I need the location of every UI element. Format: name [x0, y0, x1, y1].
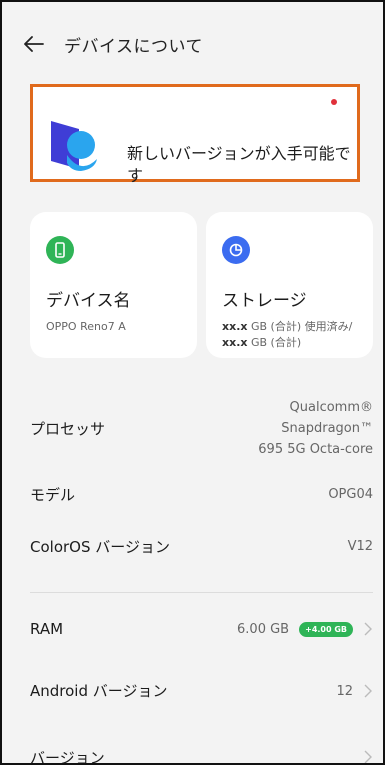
- processor-label: プロセッサ: [30, 419, 106, 438]
- version-row[interactable]: バージョン: [30, 727, 373, 765]
- version-label: バージョン: [30, 748, 105, 765]
- model-value: OPG04: [328, 486, 373, 502]
- android-version-row[interactable]: Android バージョン 12: [30, 655, 373, 727]
- ram-expansion-badge: +4.00 GB: [299, 621, 353, 637]
- chevron-right-icon: [363, 622, 373, 636]
- android-version-label: Android バージョン: [30, 682, 168, 700]
- update-available-banner[interactable]: 新しいバージョンが入手可能です: [30, 84, 360, 185]
- model-row: モデル OPG04: [30, 472, 373, 516]
- device-info-list: プロセッサ Qualcomm® Snapdragon™ 695 5G Octa-…: [30, 384, 373, 765]
- update-available-text: 新しいバージョンが入手可能です: [127, 144, 351, 185]
- ram-label: RAM: [30, 620, 64, 638]
- storage-usage: xx.x GB (合計) 使用済み/ xx.x GB (合計): [222, 320, 353, 349]
- storage-title: ストレージ: [222, 291, 307, 311]
- pie-chart-icon: [222, 236, 250, 264]
- coloros-version-value: V12: [347, 538, 373, 554]
- chevron-right-icon: [363, 684, 373, 698]
- header: デバイスについて: [2, 2, 383, 86]
- device-model-name: OPPO Reno7 A: [46, 320, 126, 333]
- coloros-update-logo-icon: [47, 115, 101, 173]
- processor-row: プロセッサ Qualcomm® Snapdragon™ 695 5G Octa-…: [30, 384, 373, 472]
- back-arrow-icon[interactable]: [24, 33, 46, 55]
- coloros-version-row: ColorOS バージョン V12: [30, 516, 373, 576]
- page-title: デバイスについて: [64, 36, 203, 57]
- processor-value: Qualcomm® Snapdragon™ 695 5G Octa-core: [258, 399, 373, 457]
- coloros-version-label: ColorOS バージョン: [30, 537, 170, 556]
- chevron-right-icon: [363, 750, 373, 763]
- ram-value: 6.00 GB: [237, 621, 290, 637]
- storage-card[interactable]: ストレージ xx.x GB (合計) 使用済み/ xx.x GB (合計): [206, 212, 373, 358]
- device-name-title: デバイス名: [46, 291, 131, 311]
- about-device-screen: デバイスについて 新しいバージョンが入手可能です デバイス名 OPPO Reno…: [0, 0, 385, 765]
- notification-dot: [331, 99, 337, 105]
- android-version-value: 12: [336, 683, 353, 699]
- section-divider: [30, 592, 373, 593]
- ram-row[interactable]: RAM 6.00 GB +4.00 GB: [30, 603, 373, 655]
- phone-icon: [46, 236, 74, 264]
- model-label: モデル: [30, 485, 76, 504]
- device-name-card[interactable]: デバイス名 OPPO Reno7 A: [30, 212, 197, 358]
